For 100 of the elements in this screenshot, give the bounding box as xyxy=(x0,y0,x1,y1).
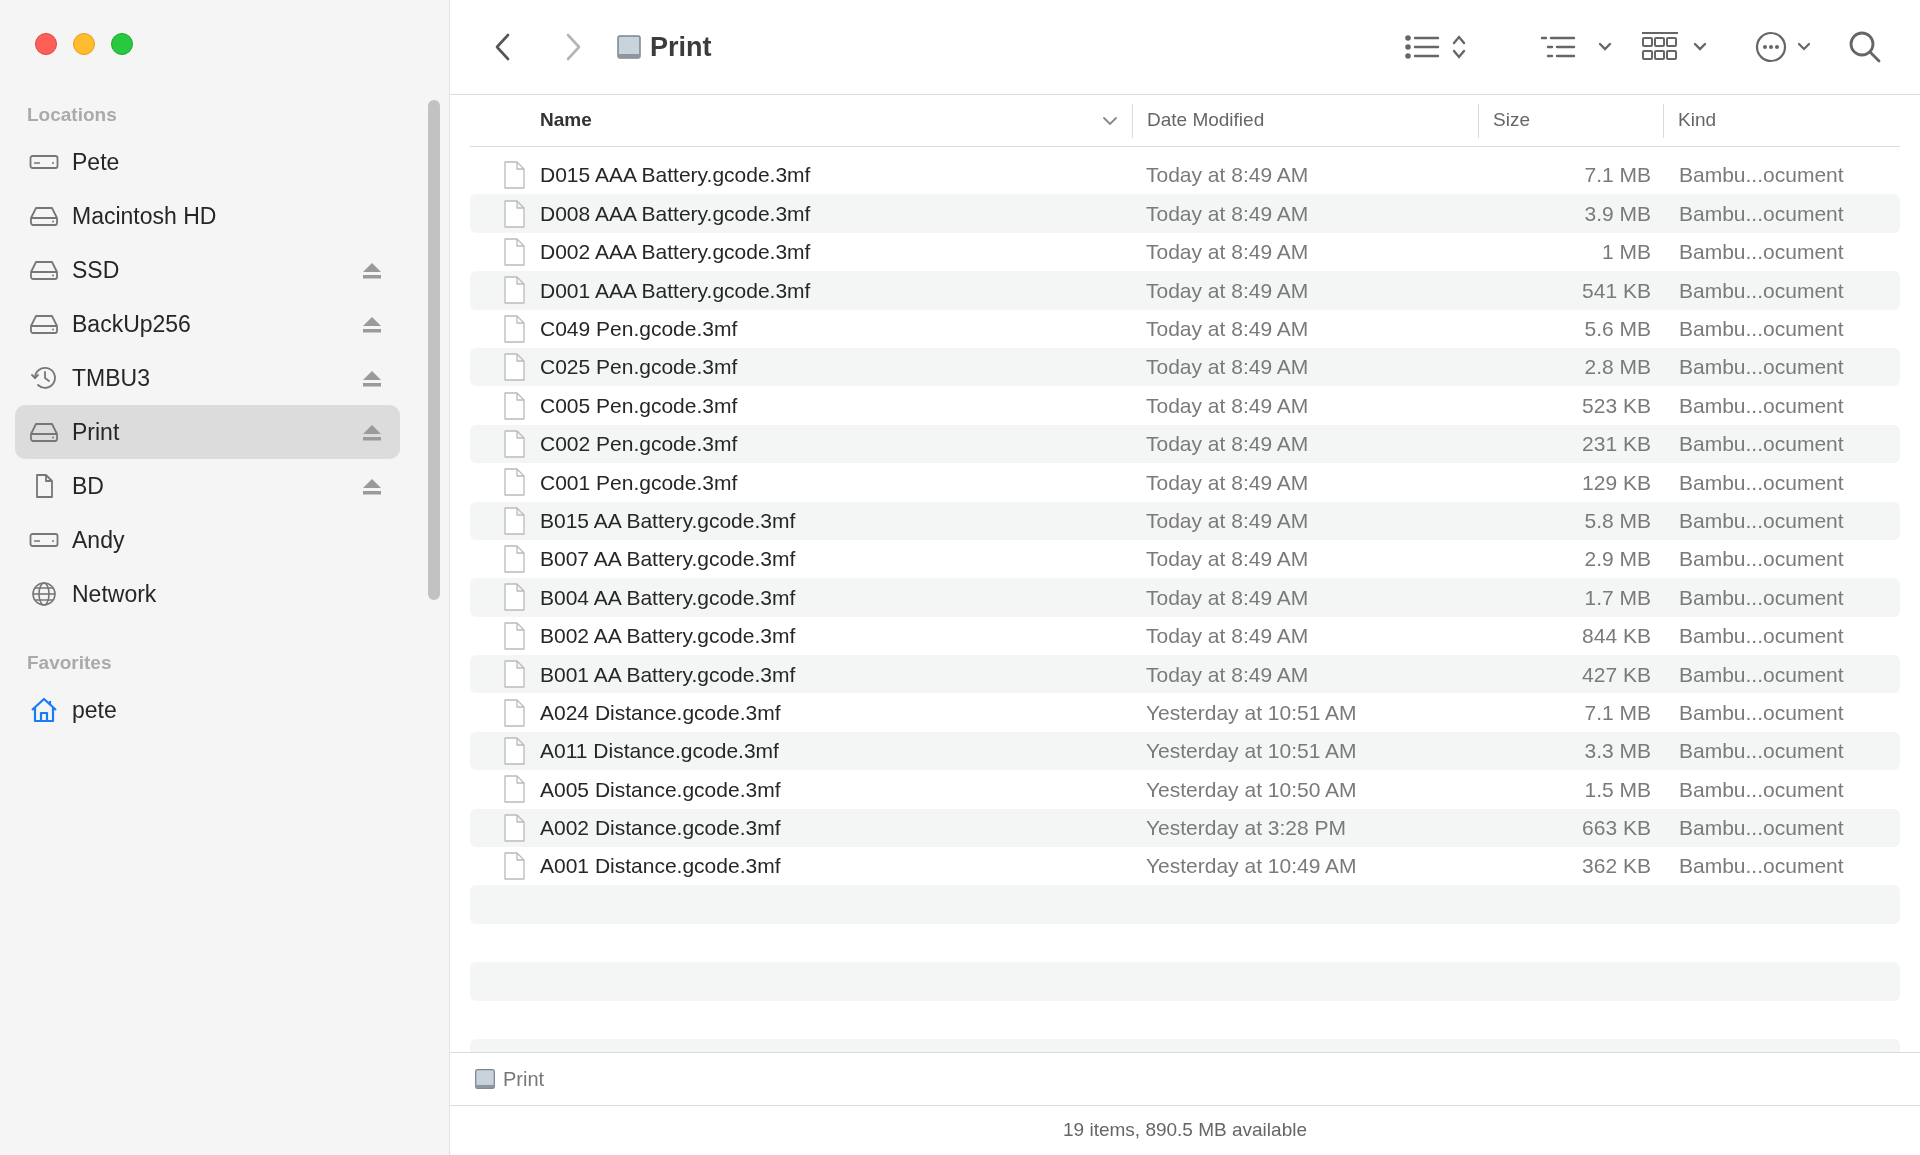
column-header[interactable]: Date Modified xyxy=(1147,106,1478,135)
eject-icon[interactable] xyxy=(362,369,382,387)
home-icon xyxy=(29,697,59,723)
file-date: Today at 8:49 AM xyxy=(1146,508,1309,532)
file-kind: Bambu...ocument xyxy=(1679,662,1844,686)
file-row[interactable]: D015 AAA Battery.gcode.3mf Today at 8:49 AM 7.1 MB Bambu...ocument xyxy=(470,156,1900,195)
file-name: C049 Pen.gcode.3mf xyxy=(540,316,738,342)
sort-chevron-icon[interactable] xyxy=(1102,115,1118,126)
scrollbar-thumb[interactable] xyxy=(428,100,440,600)
document-icon xyxy=(503,506,525,535)
file-size: 2.8 MB xyxy=(1584,355,1651,379)
eject-icon[interactable] xyxy=(362,315,382,333)
file-row[interactable]: C025 Pen.gcode.3mf Today at 8:49 AM 2.8 MB Bambu...ocument xyxy=(470,347,1900,387)
file-date: Today at 8:49 AM xyxy=(1146,201,1309,225)
file-row[interactable]: A002 Distance.gcode.3mf Yesterday at 3:28 PM 663 KB Bambu...ocument xyxy=(470,808,1900,848)
file-row[interactable]: B002 AA Battery.gcode.3mf Today at 8:49 AM 844 KB Bambu...ocument xyxy=(470,616,1900,656)
file-row[interactable]: D001 AAA Battery.gcode.3mf Today at 8:49 AM 541 KB Bambu...ocument xyxy=(470,271,1900,310)
document-icon xyxy=(503,468,525,497)
file-row[interactable]: C002 Pen.gcode.3mf Today at 8:49 AM 231 KB Bambu...ocument xyxy=(470,424,1900,464)
sidebar-item[interactable]: pete xyxy=(15,683,400,737)
file-row[interactable]: A011 Distance.gcode.3mf Yesterday at 10:51 AM 3.3 MB Bambu...ocument xyxy=(470,731,1900,771)
file-name: B001 AA Battery.gcode.3mf xyxy=(540,661,796,688)
document-icon xyxy=(503,314,525,343)
file-name: C001 Pen.gcode.3mf xyxy=(540,469,738,496)
file-row[interactable]: D008 AAA Battery.gcode.3mf Today at 8:49 AM 3.9 MB Bambu...ocument xyxy=(470,194,1900,233)
file-kind: Bambu...ocument xyxy=(1679,355,1844,379)
column-header[interactable]: Size xyxy=(1493,106,1663,135)
sidebar-item[interactable]: BackUp256 xyxy=(15,297,400,351)
file-date: Today at 8:49 AM xyxy=(1146,624,1309,648)
search-icon[interactable] xyxy=(1848,30,1882,64)
column-header[interactable]: Kind xyxy=(1678,106,1900,135)
status-bar: 19 items, 890.5 MB available xyxy=(450,1105,1920,1155)
file-kind: Bambu...ocument xyxy=(1679,547,1844,571)
sidebar-section-heading: Locations xyxy=(27,102,117,127)
file-date: Today at 8:49 AM xyxy=(1146,240,1309,264)
file-size: 1 MB xyxy=(1602,240,1651,264)
file-name: C002 Pen.gcode.3mf xyxy=(540,431,738,458)
zoom-button[interactable] xyxy=(111,33,133,55)
document-icon xyxy=(503,429,525,458)
file-row[interactable]: C049 Pen.gcode.3mf Today at 8:49 AM 5.6 MB Bambu...ocument xyxy=(470,309,1900,348)
file-size: 844 KB xyxy=(1582,624,1651,648)
eject-icon[interactable] xyxy=(362,261,382,279)
forward-icon[interactable] xyxy=(564,32,582,62)
file-date: Today at 8:49 AM xyxy=(1146,470,1309,494)
file-row[interactable]: B001 AA Battery.gcode.3mf Today at 8:49 AM 427 KB Bambu...ocument xyxy=(470,655,1900,694)
file-date: Yesterday at 10:49 AM xyxy=(1146,854,1357,878)
path-item[interactable]: Print xyxy=(503,1064,545,1094)
back-icon[interactable] xyxy=(494,32,512,62)
file-kind: Bambu...ocument xyxy=(1679,700,1844,724)
file-size: 3.3 MB xyxy=(1584,739,1651,763)
file-kind: Bambu...ocument xyxy=(1679,508,1844,532)
document-icon xyxy=(503,621,525,650)
document-icon xyxy=(503,276,525,305)
file-date: Today at 8:49 AM xyxy=(1146,547,1309,571)
file-row[interactable]: A005 Distance.gcode.3mf Yesterday at 10:50 AM 1.5 MB Bambu...ocument xyxy=(470,770,1900,809)
sidebar-item[interactable]: Pete xyxy=(15,135,400,189)
file-name: A001 Distance.gcode.3mf xyxy=(540,853,781,880)
document-icon xyxy=(503,161,525,190)
drive-icon xyxy=(29,259,59,281)
document-icon xyxy=(503,353,525,382)
document-icon xyxy=(503,852,525,881)
eject-icon[interactable] xyxy=(362,477,382,495)
sidebar-item[interactable]: Macintosh HD xyxy=(15,189,400,243)
column-header[interactable]: Name xyxy=(540,106,1102,135)
file-name: D002 AAA Battery.gcode.3mf xyxy=(540,239,811,266)
minimize-button[interactable] xyxy=(73,33,95,55)
file-size: 5.8 MB xyxy=(1584,508,1651,532)
file-row[interactable]: D002 AAA Battery.gcode.3mf Today at 8:49 AM 1 MB Bambu...ocument xyxy=(470,232,1900,272)
file-date: Yesterday at 10:51 AM xyxy=(1146,700,1357,724)
file-size: 7.1 MB xyxy=(1584,700,1651,724)
file-kind: Bambu...ocument xyxy=(1679,278,1844,302)
eject-icon[interactable] xyxy=(362,423,382,441)
file-size: 129 KB xyxy=(1582,470,1651,494)
sidebar-item[interactable]: Network xyxy=(15,567,400,621)
sidebar-item[interactable]: Print xyxy=(15,405,400,459)
sidebar-item[interactable]: TMBU3 xyxy=(15,351,400,405)
file-size: 5.6 MB xyxy=(1584,317,1651,340)
file-date: Yesterday at 3:28 PM xyxy=(1146,816,1346,840)
clock-arrow-icon xyxy=(29,365,59,391)
drive-icon xyxy=(474,1068,496,1090)
file-row[interactable]: B015 AA Battery.gcode.3mf Today at 8:49 AM 5.8 MB Bambu...ocument xyxy=(470,501,1900,540)
file-name: B002 AA Battery.gcode.3mf xyxy=(540,623,796,650)
sidebar-item[interactable]: SSD xyxy=(15,243,400,297)
file-row[interactable]: C001 Pen.gcode.3mf Today at 8:49 AM 129 KB Bambu...ocument xyxy=(470,463,1900,502)
file-row[interactable]: A001 Distance.gcode.3mf Yesterday at 10:49 AM 362 KB Bambu...ocument xyxy=(470,847,1900,886)
document-icon xyxy=(503,698,525,727)
file-size: 2.9 MB xyxy=(1584,547,1651,571)
document-icon xyxy=(503,660,525,689)
file-row[interactable]: B004 AA Battery.gcode.3mf Today at 8:49 AM 1.7 MB Bambu...ocument xyxy=(470,578,1900,617)
document-icon xyxy=(503,775,525,804)
file-row[interactable]: A024 Distance.gcode.3mf Yesterday at 10:51 AM 7.1 MB Bambu...ocument xyxy=(470,693,1900,732)
file-size: 427 KB xyxy=(1582,662,1651,686)
close-button[interactable] xyxy=(35,33,57,55)
file-row[interactable]: C005 Pen.gcode.3mf Today at 8:49 AM 523 KB Bambu...ocument xyxy=(470,386,1900,425)
file-size: 362 KB xyxy=(1582,854,1651,878)
file-row[interactable]: B007 AA Battery.gcode.3mf Today at 8:49 AM 2.9 MB Bambu...ocument xyxy=(470,539,1900,579)
sidebar-item[interactable]: Andy xyxy=(15,513,400,567)
sidebar-item[interactable]: BD xyxy=(15,459,400,513)
file-size: 663 KB xyxy=(1582,816,1651,840)
document-icon xyxy=(503,737,525,766)
